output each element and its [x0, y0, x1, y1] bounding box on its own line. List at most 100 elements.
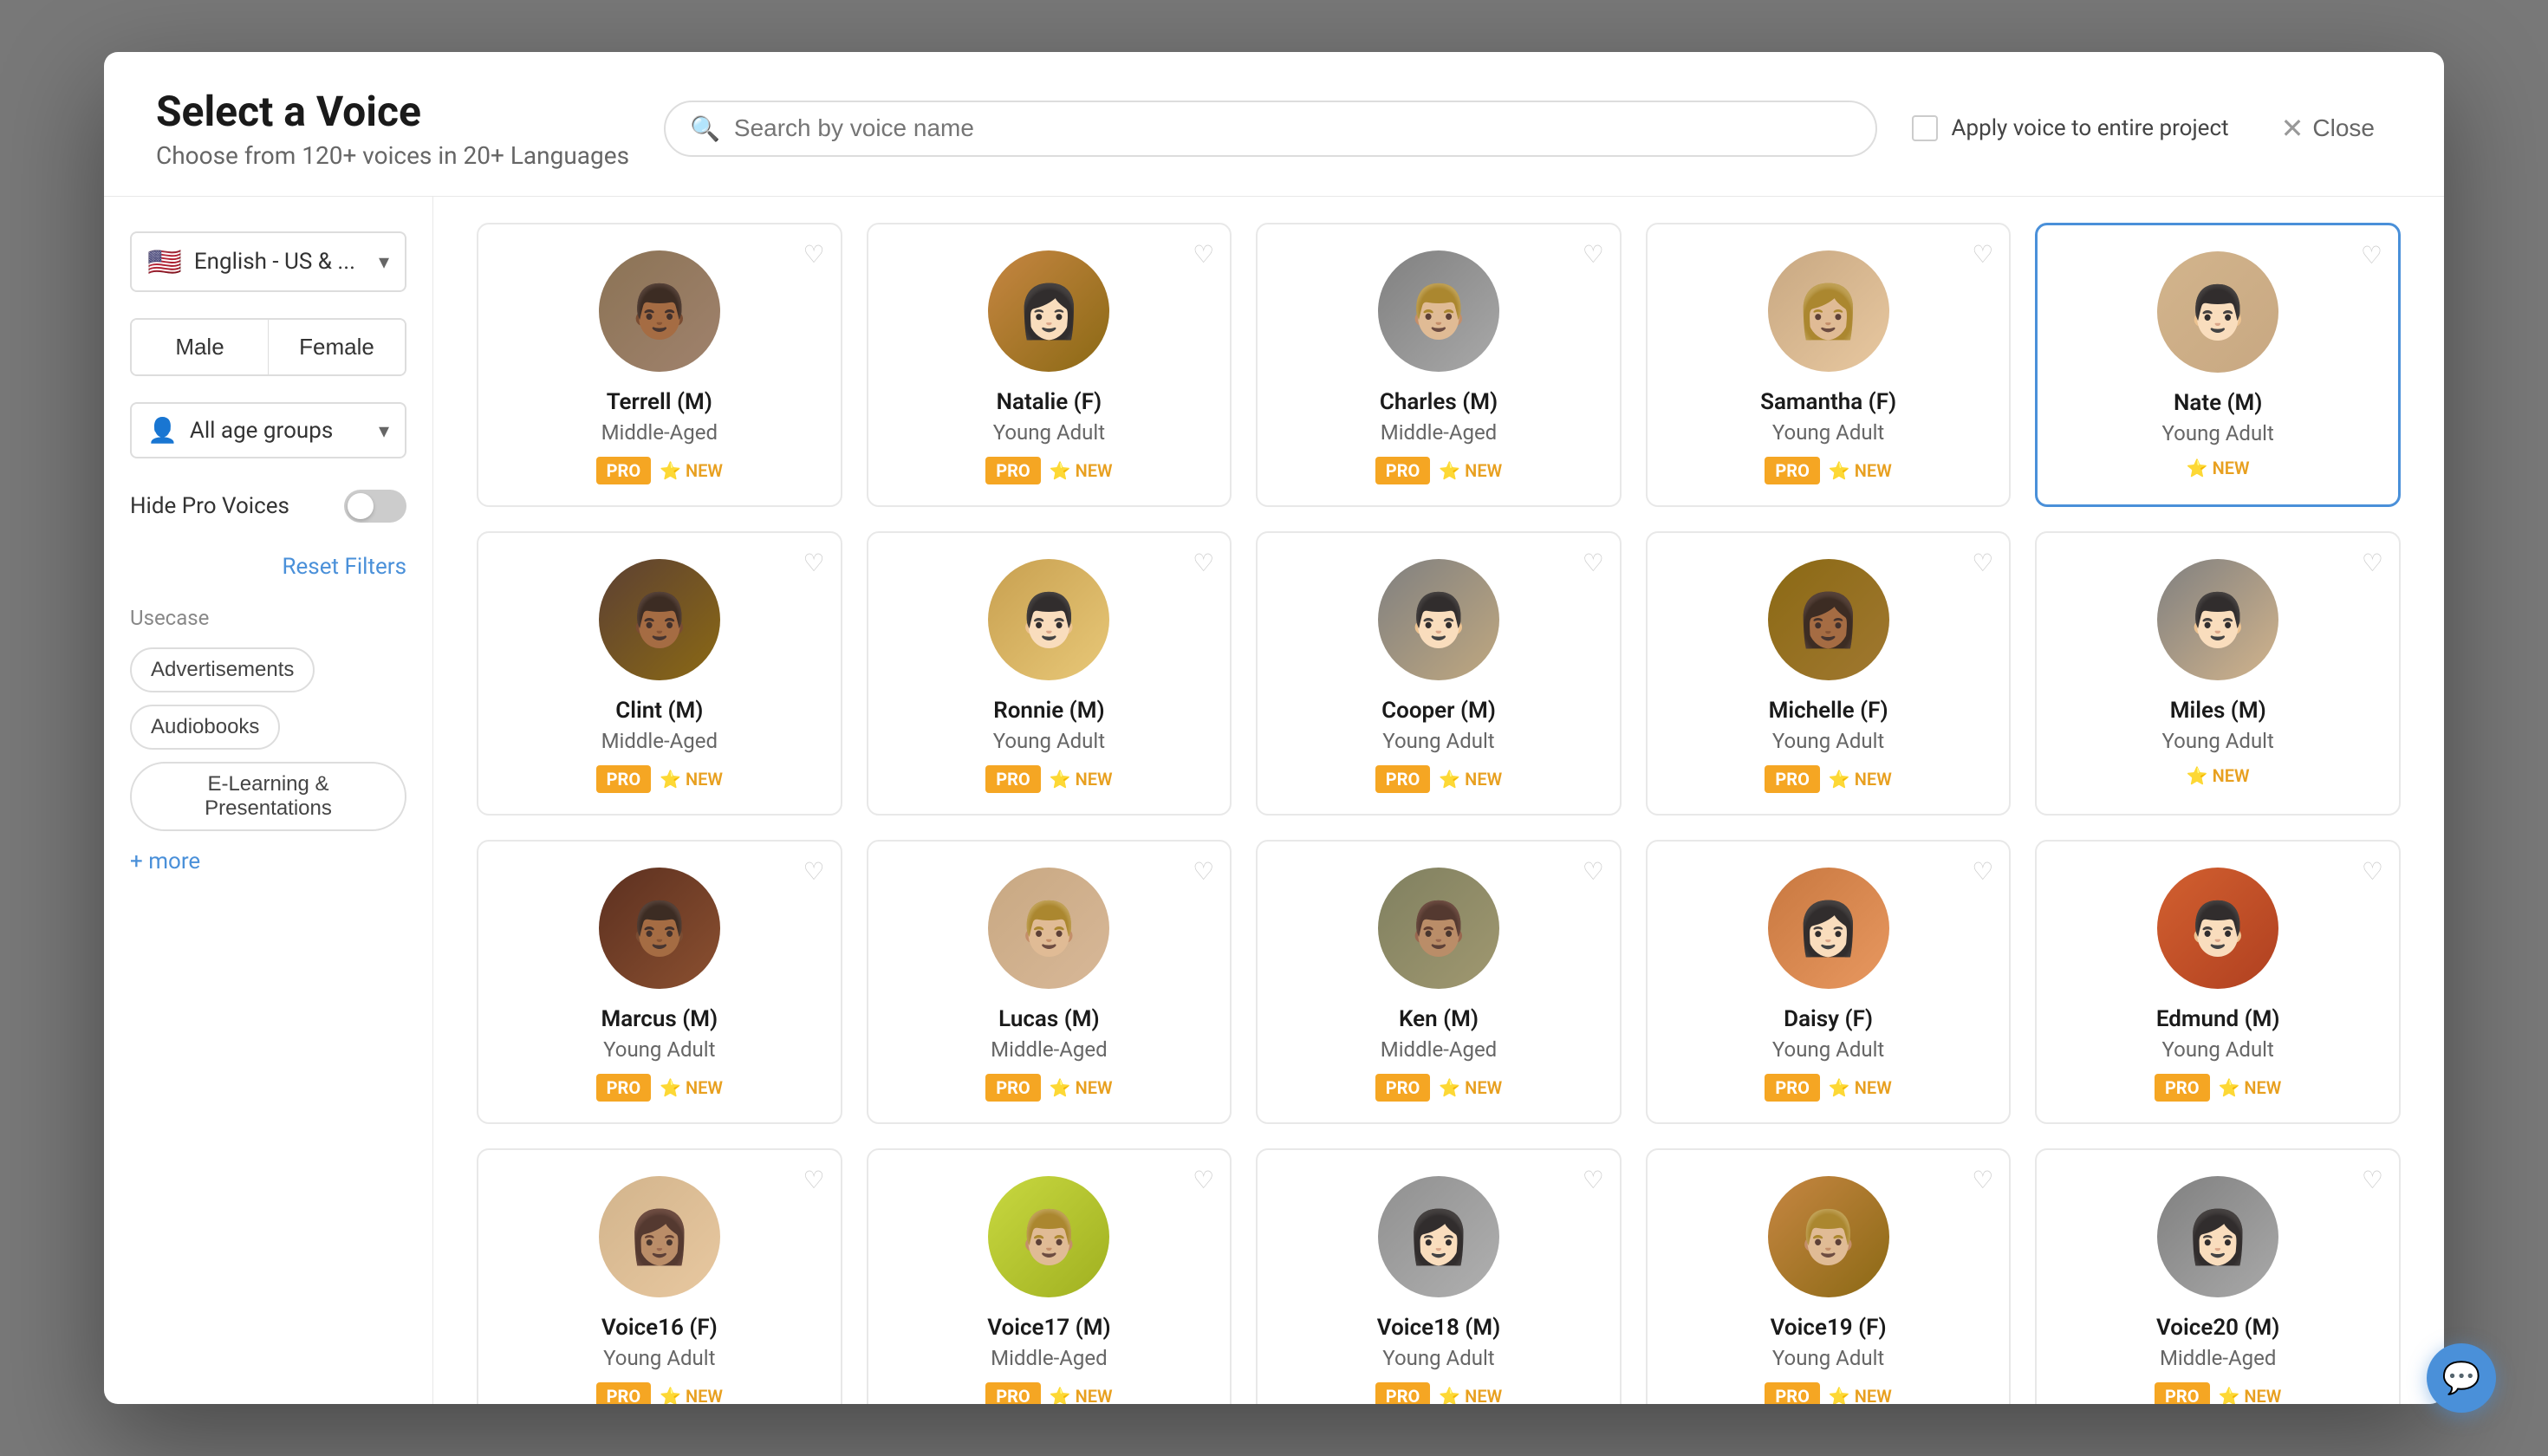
voice-card[interactable]: ♡👩🏾Michelle (F)Young AdultPRO⭐ NEW — [1646, 531, 2012, 816]
heart-button[interactable]: ♡ — [1972, 549, 1993, 577]
voice-age: Young Adult — [1772, 1346, 1884, 1370]
voice-name: Voice16 (F) — [601, 1315, 718, 1341]
age-group-selector[interactable]: 👤 All age groups ▾ — [130, 402, 406, 458]
apply-voice-checkbox[interactable] — [1912, 115, 1938, 141]
heart-button[interactable]: ♡ — [803, 549, 824, 577]
voice-card[interactable]: ♡👩🏻Daisy (F)Young AdultPRO⭐ NEW — [1646, 840, 2012, 1124]
voice-age: Middle-Aged — [1381, 420, 1497, 445]
voice-name: Marcus (M) — [601, 1006, 718, 1032]
voice-age: Young Adult — [1772, 729, 1884, 753]
voice-age: Middle-Aged — [991, 1037, 1107, 1062]
heart-button[interactable]: ♡ — [1972, 857, 1993, 886]
new-badge: ⭐ NEW — [660, 460, 723, 481]
badge-row: PRO⭐ NEW — [1375, 765, 1502, 793]
heart-button[interactable]: ♡ — [1972, 240, 1993, 269]
voice-age: Middle-Aged — [601, 729, 718, 753]
voice-age: Young Adult — [993, 420, 1105, 445]
pro-badge: PRO — [1375, 1074, 1431, 1102]
voice-card[interactable]: ♡👨🏾Marcus (M)Young AdultPRO⭐ NEW — [477, 840, 842, 1124]
badge-row: PRO⭐ NEW — [596, 1074, 723, 1102]
avatar: 👨🏻 — [1378, 559, 1499, 680]
voice-card[interactable]: ♡👨🏼Charles (M)Middle-AgedPRO⭐ NEW — [1256, 223, 1622, 507]
badge-row: PRO⭐ NEW — [1765, 457, 1891, 484]
usecase-tag[interactable]: Audiobooks — [130, 705, 280, 750]
badge-row: PRO⭐ NEW — [1765, 765, 1891, 793]
avatar: 👩🏽 — [599, 1176, 720, 1297]
voice-card[interactable]: ♡👩🏻Voice20 (M)Middle-AgedPRO⭐ NEW — [2035, 1148, 2401, 1404]
voice-age: Young Adult — [1772, 420, 1884, 445]
pro-badge: PRO — [2155, 1382, 2210, 1404]
voice-name: Voice20 (M) — [2156, 1315, 2279, 1341]
voice-age: Young Adult — [2162, 729, 2274, 753]
modal-title-group: Select a Voice Choose from 120+ voices i… — [156, 87, 629, 170]
heart-button[interactable]: ♡ — [1583, 240, 1604, 269]
gender-female-button[interactable]: Female — [269, 320, 405, 374]
voice-card[interactable]: ♡👩🏻Voice18 (M)Young AdultPRO⭐ NEW — [1256, 1148, 1622, 1404]
voice-card[interactable]: ♡👨🏾Clint (M)Middle-AgedPRO⭐ NEW — [477, 531, 842, 816]
voice-card[interactable]: ♡👨🏻Cooper (M)Young AdultPRO⭐ NEW — [1256, 531, 1622, 816]
voice-age: Middle-Aged — [991, 1346, 1107, 1370]
voice-card[interactable]: ♡👨🏼Voice19 (F)Young AdultPRO⭐ NEW — [1646, 1148, 2012, 1404]
chat-bubble[interactable]: 💬 — [2427, 1343, 2496, 1413]
language-text: English - US & ... — [194, 249, 367, 275]
heart-button[interactable]: ♡ — [1193, 1166, 1214, 1194]
modal-title: Select a Voice — [156, 87, 629, 136]
pro-badge: PRO — [596, 765, 652, 793]
usecase-tag[interactable]: E-Learning & Presentations — [130, 762, 406, 831]
avatar: 👨🏻 — [988, 559, 1109, 680]
voice-card[interactable]: ♡👨🏻Ronnie (M)Young AdultPRO⭐ NEW — [867, 531, 1232, 816]
avatar: 👨🏼 — [1378, 250, 1499, 372]
voice-card[interactable]: ♡👨🏻Miles (M)Young Adult⭐ NEW — [2035, 531, 2401, 816]
voice-age: Young Adult — [603, 1346, 715, 1370]
heart-button[interactable]: ♡ — [2362, 857, 2383, 886]
badge-row: PRO⭐ NEW — [1375, 1074, 1502, 1102]
new-badge: ⭐ NEW — [660, 1077, 723, 1098]
avatar: 👩🏻 — [988, 250, 1109, 372]
voice-age: Middle-Aged — [601, 420, 718, 445]
usecase-tag[interactable]: Advertisements — [130, 647, 315, 692]
heart-button[interactable]: ♡ — [803, 240, 824, 269]
heart-button[interactable]: ♡ — [803, 857, 824, 886]
new-badge: ⭐ NEW — [2187, 458, 2250, 478]
gender-male-button[interactable]: Male — [132, 320, 269, 374]
voice-card[interactable]: ♡👨🏻Nate (M)Young Adult⭐ NEW — [2035, 223, 2401, 507]
heart-button[interactable]: ♡ — [1972, 1166, 1993, 1194]
heart-button[interactable]: ♡ — [1583, 1166, 1604, 1194]
heart-button[interactable]: ♡ — [1193, 857, 1214, 886]
pro-badge: PRO — [985, 1382, 1041, 1404]
heart-button[interactable]: ♡ — [2361, 241, 2382, 270]
heart-button[interactable]: ♡ — [2362, 549, 2383, 577]
voice-card[interactable]: ♡👨🏻Edmund (M)Young AdultPRO⭐ NEW — [2035, 840, 2401, 1124]
heart-button[interactable]: ♡ — [1583, 549, 1604, 577]
voice-card[interactable]: ♡👨🏼Voice17 (M)Middle-AgedPRO⭐ NEW — [867, 1148, 1232, 1404]
avatar: 👨🏻 — [2157, 868, 2278, 989]
pro-badge: PRO — [985, 765, 1041, 793]
reset-filters-link[interactable]: Reset Filters — [130, 554, 406, 580]
new-badge: ⭐ NEW — [2187, 765, 2250, 786]
heart-button[interactable]: ♡ — [803, 1166, 824, 1194]
language-dropdown-arrow: ▾ — [379, 250, 389, 274]
pro-badge: PRO — [1765, 1074, 1820, 1102]
voice-grid-container: ♡👨🏾Terrell (M)Middle-AgedPRO⭐ NEW♡👩🏻Nata… — [433, 197, 2444, 1404]
voice-card[interactable]: ♡👩🏻Natalie (F)Young AdultPRO⭐ NEW — [867, 223, 1232, 507]
voice-card[interactable]: ♡👩🏽Voice16 (F)Young AdultPRO⭐ NEW — [477, 1148, 842, 1404]
voice-name: Natalie (F) — [997, 389, 1102, 415]
search-bar[interactable]: 🔍 — [664, 101, 1877, 157]
voice-card[interactable]: ♡👨🏾Terrell (M)Middle-AgedPRO⭐ NEW — [477, 223, 842, 507]
voice-card[interactable]: ♡👨🏼Lucas (M)Middle-AgedPRO⭐ NEW — [867, 840, 1232, 1124]
voice-age: Young Adult — [993, 729, 1105, 753]
language-selector[interactable]: 🇺🇸 English - US & ... ▾ — [130, 231, 406, 292]
heart-button[interactable]: ♡ — [1193, 549, 1214, 577]
heart-button[interactable]: ♡ — [1193, 240, 1214, 269]
hide-pro-toggle[interactable] — [344, 490, 406, 523]
close-button[interactable]: ✕ Close — [2264, 103, 2392, 153]
heart-button[interactable]: ♡ — [2362, 1166, 2383, 1194]
more-usecases-link[interactable]: + more — [130, 848, 200, 874]
voice-card[interactable]: ♡👩🏼Samantha (F)Young AdultPRO⭐ NEW — [1646, 223, 2012, 507]
search-input[interactable] — [734, 114, 1851, 142]
age-text: All age groups — [190, 418, 367, 444]
voice-age: Young Adult — [2162, 421, 2274, 445]
heart-button[interactable]: ♡ — [1583, 857, 1604, 886]
voice-card[interactable]: ♡👨🏽Ken (M)Middle-AgedPRO⭐ NEW — [1256, 840, 1622, 1124]
voice-name: Michelle (F) — [1769, 698, 1888, 724]
